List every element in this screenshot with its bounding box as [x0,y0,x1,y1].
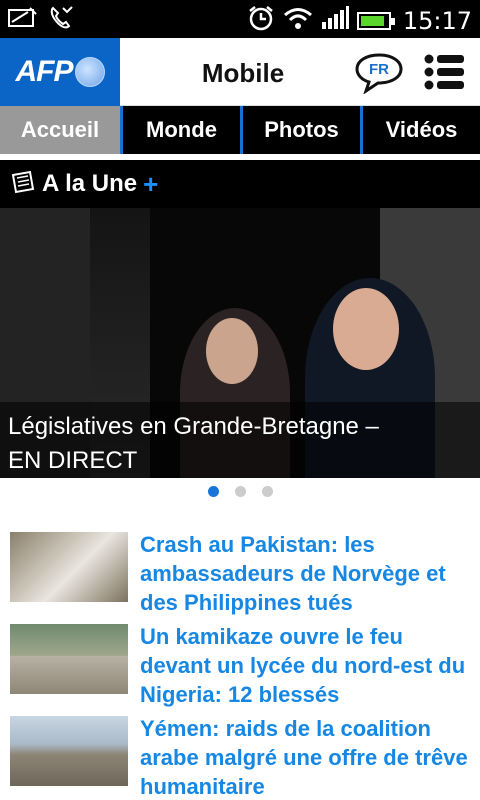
afp-logo[interactable]: AFP [0,38,120,106]
hero-image[interactable]: Législatives en Grande-Bretagne – EN DIR… [0,208,480,478]
news-thumbnail [10,624,128,694]
tab-accueil[interactable]: Accueil [0,106,120,154]
news-title[interactable]: Yémen: raids de la coalition arabe malgr… [140,714,476,800]
language-label: FR [369,61,389,78]
language-button[interactable]: FR [354,52,404,95]
newspaper-icon [10,170,36,199]
status-bar: 15:17 [0,0,480,38]
alarm-icon [247,4,275,37]
pager-dot[interactable] [234,486,246,497]
news-thumbnail [10,716,128,786]
tab-monde[interactable]: Monde [120,106,240,154]
list-menu-icon [424,54,464,90]
hero-face-man [333,288,399,370]
status-time: 15:17 [402,6,472,35]
menu-button[interactable] [424,54,464,90]
tab-photos[interactable]: Photos [240,106,360,154]
pager-dot[interactable] [207,486,219,497]
section-title: A la Une [42,170,138,197]
battery-icon [356,11,395,30]
tab-videos[interactable]: Vidéos [360,106,480,154]
news-title[interactable]: Crash au Pakistan: les ambassadeurs de N… [140,530,476,617]
pager-dot[interactable] [261,486,273,497]
globe-icon [74,57,105,87]
page-title: Mobile [201,58,285,88]
list-item[interactable]: Yémen: raids de la coalition arabe malgr… [0,714,480,800]
app-header: AFP Mobile FR [0,38,480,106]
list-item[interactable]: Crash au Pakistan: les ambassadeurs de N… [0,530,480,620]
section-expand-button[interactable]: + [143,169,158,200]
list-item[interactable]: Un kamikaze ouvre le feu devant un lycée… [0,622,480,712]
section-header[interactable]: A la Une + [0,160,480,208]
hero-caption-line1: Législatives en Grande-Bretagne – [8,413,379,440]
signal-icon [321,6,349,35]
tab-bar: Accueil Monde Photos Vidéos [0,106,480,154]
battery-level [360,15,384,26]
news-title[interactable]: Un kamikaze ouvre le feu devant un lycée… [140,622,476,709]
missed-call-icon [48,5,74,36]
carousel-pager [0,486,480,497]
logo-text: AFP [15,55,74,88]
hero-face-woman [206,318,258,384]
speech-bubble-icon: FR [355,53,403,95]
news-thumbnail [10,532,128,602]
hero-caption: Législatives en Grande-Bretagne – EN DIR… [0,402,480,478]
hero-caption-line2: EN DIRECT [8,447,138,474]
wifi-icon [283,6,313,35]
notification-icon [8,6,38,35]
